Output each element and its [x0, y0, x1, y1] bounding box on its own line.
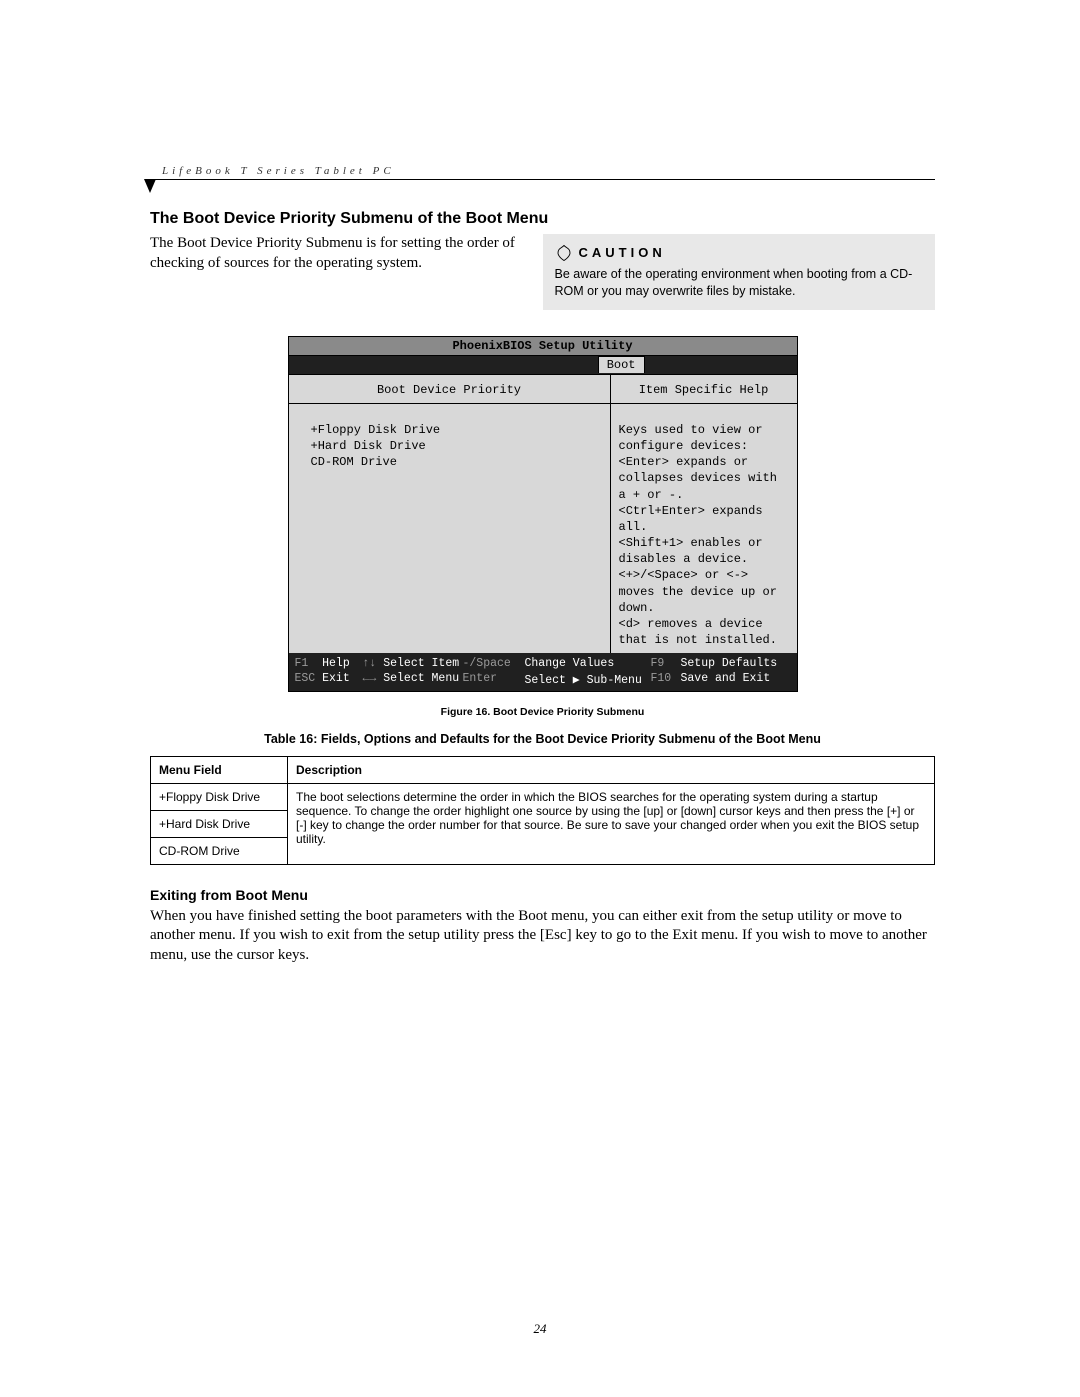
footer-key: ↑↓: [363, 657, 377, 670]
help-line: a + or -.: [619, 487, 789, 503]
help-line: <Shift+1> enables or: [619, 535, 789, 551]
table-caption: Table 16: Fields, Options and Defaults f…: [150, 732, 935, 746]
header-marker-icon: [144, 179, 156, 193]
bios-footer: F1 Help ↑↓ Select Item -/Space Change Va…: [289, 653, 797, 691]
footer-key: F9: [651, 657, 681, 670]
footer-key: -/Space: [463, 657, 525, 670]
help-line: <Enter> expands or: [619, 454, 789, 470]
table-row: +Floppy Disk Drive The boot selections d…: [151, 783, 935, 810]
help-line: configure devices:: [619, 438, 789, 454]
running-head: LifeBook T Series Tablet PC: [162, 165, 935, 177]
bios-right-header: Item Specific Help: [611, 381, 797, 404]
header-rule: [150, 179, 935, 180]
fields-table: Menu Field Description +Floppy Disk Driv…: [150, 756, 935, 865]
caution-icon: [555, 244, 573, 262]
section-intro: The Boot Device Priority Submenu is for …: [150, 234, 519, 273]
help-line: collapses devices with: [619, 470, 789, 486]
boot-item[interactable]: +Floppy Disk Drive: [311, 422, 600, 438]
caution-body: Be aware of the operating environment wh…: [555, 266, 924, 300]
bios-panel: PhoenixBIOS Setup Utility Boot Boot Devi…: [288, 336, 798, 692]
footer-key: ESC: [295, 672, 316, 685]
section-title: The Boot Device Priority Submenu of the …: [150, 210, 935, 228]
boot-item[interactable]: CD-ROM Drive: [311, 454, 600, 470]
help-line: that is not installed.: [619, 632, 789, 648]
caution-box: CAUTION Be aware of the operating enviro…: [543, 234, 936, 310]
footer-label: Change Values: [525, 657, 651, 670]
boot-item[interactable]: +Hard Disk Drive: [311, 438, 600, 454]
help-line: Keys used to view or: [619, 422, 789, 438]
footer-key: Enter: [463, 672, 525, 687]
page-number: 24: [0, 1321, 1080, 1337]
bios-help-body: Keys used to view or configure devices: …: [619, 404, 789, 649]
caution-label: CAUTION: [579, 244, 666, 262]
table-cell-field: CD-ROM Drive: [151, 837, 288, 864]
footer-label: Save and Exit: [681, 672, 791, 687]
table-cell-field: +Floppy Disk Drive: [151, 783, 288, 810]
bios-left-header: Boot Device Priority: [289, 381, 610, 404]
footer-label: Select Item: [383, 657, 459, 670]
footer-label: Setup Defaults: [681, 657, 791, 670]
help-line: down.: [619, 600, 789, 616]
footer-key: F10: [651, 672, 681, 687]
exit-body: When you have finished setting the boot …: [150, 907, 935, 966]
help-line: <d> removes a device: [619, 616, 789, 632]
bios-title: PhoenixBIOS Setup Utility: [289, 337, 797, 356]
footer-label: Select Menu: [383, 672, 459, 685]
footer-label: Select ▶ Sub-Menu: [525, 672, 651, 687]
footer-key: F1: [295, 657, 309, 670]
exit-heading: Exiting from Boot Menu: [150, 887, 935, 903]
help-line: <Ctrl+Enter> expands: [619, 503, 789, 519]
table-header-description: Description: [288, 756, 935, 783]
footer-label: Exit: [322, 672, 350, 685]
help-line: disables a device.: [619, 551, 789, 567]
figure-caption: Figure 16. Boot Device Priority Submenu: [150, 706, 935, 718]
help-line: <+>/<Space> or <->: [619, 567, 789, 583]
footer-key: ←→: [363, 672, 377, 685]
bios-tab-boot[interactable]: Boot: [598, 356, 645, 373]
table-cell-description: The boot selections determine the order …: [288, 783, 935, 864]
table-cell-field: +Hard Disk Drive: [151, 810, 288, 837]
bios-menubar: Boot: [289, 356, 797, 375]
help-line: all.: [619, 519, 789, 535]
help-line: moves the device up or: [619, 584, 789, 600]
table-header-menu-field: Menu Field: [151, 756, 288, 783]
footer-label: Help: [322, 657, 350, 670]
